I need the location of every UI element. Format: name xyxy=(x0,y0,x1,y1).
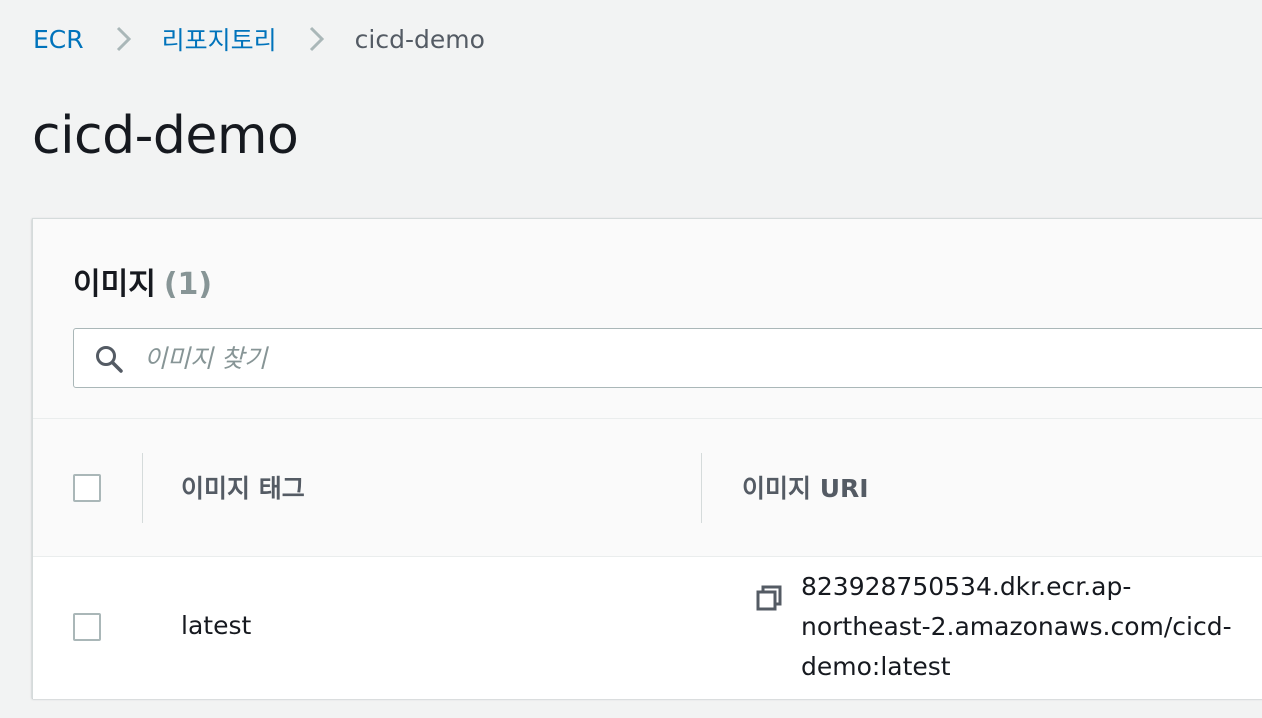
search-icon xyxy=(94,344,124,374)
image-uri-line: demo:latest xyxy=(801,652,951,681)
image-uri-line: northeast-2.amazonaws.com/cicd- xyxy=(801,612,1232,641)
image-uri-cell: 823928750534.dkr.ecr.ap- northeast-2.ama… xyxy=(801,567,1261,687)
images-panel-title: 이미지 (1) xyxy=(73,259,212,303)
chevron-right-icon xyxy=(106,22,140,56)
column-divider xyxy=(701,453,702,523)
image-search-input[interactable] xyxy=(142,329,1262,387)
images-count: (1) xyxy=(163,267,213,302)
images-panel-title-text: 이미지 xyxy=(73,267,156,302)
images-panel: 이미지(1) 이미지 태그 이미지 URI latest xyxy=(32,218,1262,699)
page-title: cicd-demo xyxy=(32,106,299,166)
select-all-checkbox[interactable] xyxy=(73,474,101,502)
image-uri-line: 823928750534.dkr.ecr.ap- xyxy=(801,572,1132,601)
column-header-image-uri[interactable]: 이미지 URI xyxy=(742,469,869,505)
breadcrumb: ECR 리포지토리 cicd-demo xyxy=(33,22,485,56)
breadcrumb-current: cicd-demo xyxy=(354,24,485,54)
copy-icon[interactable] xyxy=(755,584,783,612)
images-table-header: 이미지 태그 이미지 URI xyxy=(33,419,1262,557)
row-select-checkbox[interactable] xyxy=(73,613,101,641)
table-row: latest 823928750534.dkr.ecr.ap- northeas… xyxy=(33,557,1262,699)
image-search-box[interactable] xyxy=(73,328,1262,388)
breadcrumb-link-ecr[interactable]: ECR xyxy=(33,25,84,54)
images-panel-header: 이미지 (1) xyxy=(33,219,1262,419)
chevron-right-icon xyxy=(299,22,333,56)
column-header-image-tag[interactable]: 이미지 태그 xyxy=(181,469,305,505)
column-divider xyxy=(142,453,143,523)
image-tag-cell: latest xyxy=(181,611,252,640)
breadcrumb-link-repositories[interactable]: 리포지토리 xyxy=(162,21,277,57)
